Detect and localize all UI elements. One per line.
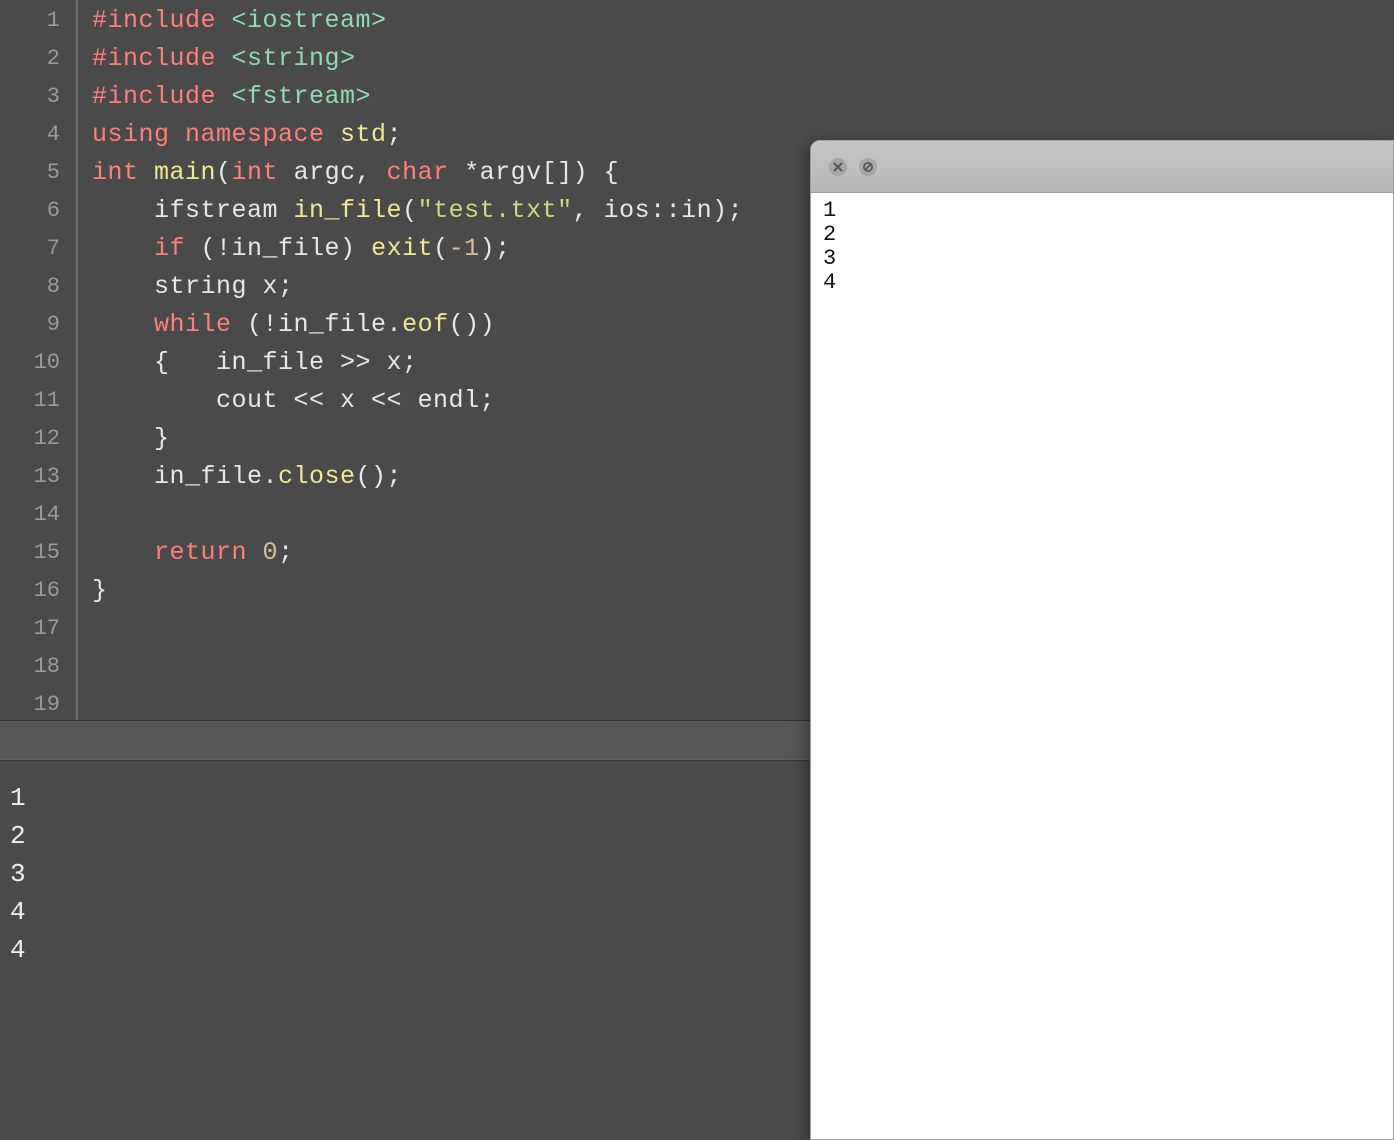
window-title-bar[interactable] bbox=[811, 141, 1393, 193]
code-token: ( bbox=[216, 158, 232, 187]
code-token: 0 bbox=[263, 538, 279, 567]
code-line[interactable]: #include <string> bbox=[92, 40, 1394, 78]
code-token: int bbox=[92, 158, 154, 187]
line-number: 1 bbox=[0, 2, 76, 40]
code-token: if bbox=[154, 234, 201, 263]
file-line: 2 bbox=[823, 223, 1381, 247]
code-token: ); bbox=[480, 234, 511, 263]
line-number: 6 bbox=[0, 192, 76, 230]
code-token: , ios::in); bbox=[573, 196, 744, 225]
code-token: (); bbox=[356, 462, 403, 491]
code-line[interactable]: #include <fstream> bbox=[92, 78, 1394, 116]
code-token: { in_file >> x; bbox=[92, 348, 418, 377]
line-number: 17 bbox=[0, 610, 76, 648]
code-token: eof bbox=[402, 310, 449, 339]
code-token: <string> bbox=[232, 44, 356, 73]
line-number: 18 bbox=[0, 648, 76, 686]
code-token: string x; bbox=[92, 272, 294, 301]
line-number: 3 bbox=[0, 78, 76, 116]
line-number: 19 bbox=[0, 686, 76, 724]
close-circle-icon bbox=[832, 161, 844, 173]
line-number: 13 bbox=[0, 458, 76, 496]
line-number: 7 bbox=[0, 230, 76, 268]
code-token: <fstream> bbox=[232, 82, 372, 111]
code-token bbox=[92, 234, 154, 263]
line-number: 2 bbox=[0, 40, 76, 78]
code-token: ifstream bbox=[92, 196, 294, 225]
code-token: ()) bbox=[449, 310, 496, 339]
file-line: 3 bbox=[823, 247, 1381, 271]
code-token: using namespace bbox=[92, 120, 340, 149]
line-number: 14 bbox=[0, 496, 76, 534]
code-token: ; bbox=[387, 120, 403, 149]
code-line[interactable]: #include <iostream> bbox=[92, 2, 1394, 40]
code-token: #include bbox=[92, 44, 232, 73]
workspace: 12345678910111213141516171819 #include <… bbox=[0, 0, 1394, 1140]
code-token: (!in_file. bbox=[247, 310, 402, 339]
code-token: in_file. bbox=[92, 462, 278, 491]
code-token: } bbox=[92, 576, 108, 605]
code-token: ( bbox=[433, 234, 449, 263]
text-file-content[interactable]: 1234 bbox=[811, 193, 1393, 301]
code-token: ; bbox=[278, 538, 294, 567]
code-token: #include bbox=[92, 82, 232, 111]
line-number: 15 bbox=[0, 534, 76, 572]
window-disabled-button bbox=[859, 158, 877, 176]
code-token: (!in_file) bbox=[201, 234, 372, 263]
code-token: ( bbox=[402, 196, 418, 225]
line-number: 4 bbox=[0, 116, 76, 154]
code-token bbox=[92, 310, 154, 339]
line-number: 16 bbox=[0, 572, 76, 610]
code-token: while bbox=[154, 310, 247, 339]
line-number: 11 bbox=[0, 382, 76, 420]
code-token: close bbox=[278, 462, 356, 491]
window-close-button[interactable] bbox=[829, 158, 847, 176]
code-token: <iostream> bbox=[232, 6, 387, 35]
line-number: 12 bbox=[0, 420, 76, 458]
code-token: argc, bbox=[294, 158, 387, 187]
code-token: main bbox=[154, 158, 216, 187]
code-token: int bbox=[232, 158, 294, 187]
line-number: 5 bbox=[0, 154, 76, 192]
code-token: char bbox=[387, 158, 465, 187]
disabled-circle-icon bbox=[862, 161, 874, 173]
line-number: 8 bbox=[0, 268, 76, 306]
code-token: #include bbox=[92, 6, 232, 35]
code-token: std bbox=[340, 120, 387, 149]
file-line: 4 bbox=[823, 271, 1381, 295]
code-token: return bbox=[154, 538, 263, 567]
code-token bbox=[92, 538, 154, 567]
line-number: 10 bbox=[0, 344, 76, 382]
code-token: } bbox=[92, 424, 170, 453]
code-token: "test.txt" bbox=[418, 196, 573, 225]
line-number-gutter: 12345678910111213141516171819 bbox=[0, 0, 78, 720]
code-token: exit bbox=[371, 234, 433, 263]
text-file-window[interactable]: 1234 bbox=[810, 140, 1394, 1140]
file-line: 1 bbox=[823, 199, 1381, 223]
line-number: 9 bbox=[0, 306, 76, 344]
code-token: cout << x << endl; bbox=[92, 386, 495, 415]
code-token: in_file bbox=[294, 196, 403, 225]
code-token: *argv[]) { bbox=[464, 158, 619, 187]
code-token: -1 bbox=[449, 234, 480, 263]
